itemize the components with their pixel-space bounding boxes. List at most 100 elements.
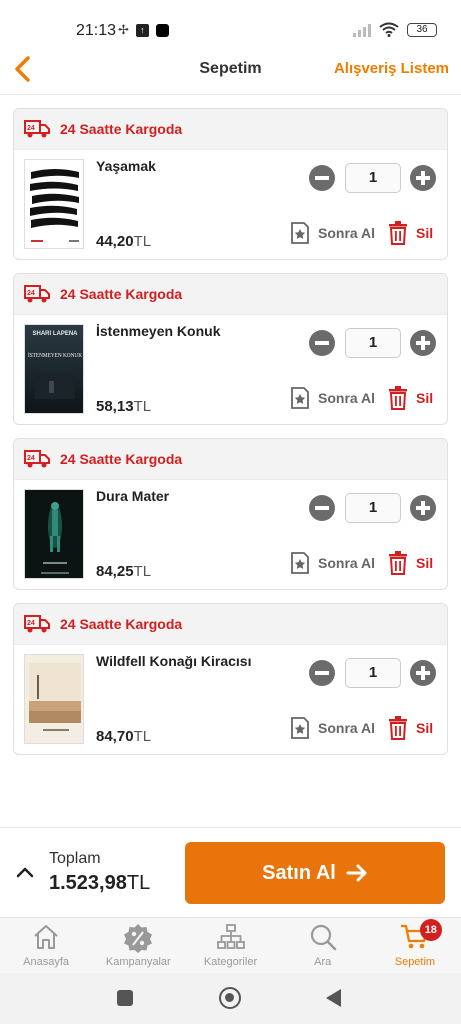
trash-icon — [389, 551, 407, 575]
bookmark-star-icon — [291, 552, 309, 574]
buy-later-button[interactable]: Sonra Al — [290, 551, 375, 575]
book-cover-image[interactable] — [24, 489, 84, 579]
trash-icon — [389, 716, 407, 740]
shipping-label: 24 Saatte Kargoda — [60, 451, 183, 467]
app-header: Sepetim Alışveriş Listem — [0, 52, 461, 92]
buy-later-label: Sonra Al — [318, 390, 376, 406]
price-currency: TL — [133, 233, 152, 250]
tab-label: Ara — [314, 956, 332, 968]
delete-button[interactable]: Sil — [388, 221, 433, 245]
delete-button[interactable]: Sil — [388, 386, 433, 410]
tab-cart[interactable]: 18 Sepetim — [369, 918, 461, 973]
decrease-quantity-button[interactable] — [309, 495, 335, 521]
increase-quantity-button[interactable] — [410, 330, 436, 356]
decrease-quantity-button[interactable] — [309, 330, 335, 356]
percent-badge-icon — [124, 924, 153, 953]
back-button[interactable] — [10, 54, 36, 84]
svg-text:24: 24 — [27, 125, 35, 132]
app-notification-icon — [155, 23, 169, 37]
home-icon — [34, 925, 58, 949]
book-cover-image[interactable]: SHARI LAPENA İSTENMEYEN KONUK — [24, 324, 84, 414]
fast-delivery-truck-icon: 24 — [24, 285, 50, 303]
recent-apps-button[interactable] — [117, 990, 133, 1006]
cart-count-badge: 18 — [419, 919, 442, 941]
chevron-left-icon — [15, 56, 30, 82]
checkout-bar: Toplam 1.523,98TL Satın Al — [0, 827, 461, 917]
quantity-field[interactable]: 1 — [345, 658, 401, 688]
wifi-icon — [379, 22, 399, 37]
svg-text:24: 24 — [27, 455, 35, 462]
product-price: 84,25TL — [96, 563, 151, 580]
tab-campaigns[interactable]: Kampanyalar — [92, 918, 184, 973]
home-button[interactable] — [219, 987, 241, 1009]
system-navigation-bar — [0, 973, 461, 1024]
price-currency: TL — [133, 563, 152, 580]
shipping-label: 24 Saatte Kargoda — [60, 121, 183, 137]
delete-label: Sil — [416, 720, 434, 736]
price-amount: 84,70 — [96, 728, 134, 745]
bookmark-star-icon — [291, 387, 309, 409]
delete-button[interactable]: Sil — [388, 551, 433, 575]
status-notification-icons: ✢ ↑ — [118, 22, 169, 38]
product-title[interactable]: Wildfell Konağı Kiracısı — [96, 653, 296, 669]
cart-item: 24 24 Saatte Kargoda SHARI LAPENA İSTENM… — [13, 273, 448, 425]
expand-summary-button[interactable] — [14, 862, 36, 884]
status-system-icons: 36 — [353, 22, 437, 37]
battery-icon: 36 — [407, 22, 437, 37]
delete-label: Sil — [416, 390, 434, 406]
arrow-right-icon — [346, 864, 367, 882]
cart-list: 24 24 Saatte Kargoda Yaşamak 44,20TL 1 S… — [13, 108, 448, 768]
bookmark-star-icon — [291, 222, 309, 244]
tab-home[interactable]: Anasayfa — [0, 918, 92, 973]
buy-later-button[interactable]: Sonra Al — [290, 716, 375, 740]
quantity-field[interactable]: 1 — [345, 163, 401, 193]
decrease-quantity-button[interactable] — [309, 165, 335, 191]
decrease-quantity-button[interactable] — [309, 660, 335, 686]
buy-later-label: Sonra Al — [318, 225, 376, 241]
product-title[interactable]: Dura Mater — [96, 488, 296, 504]
status-time: 21:13 — [76, 22, 117, 39]
product-price: 44,20TL — [96, 233, 151, 250]
upload-icon: ↑ — [135, 23, 149, 37]
quantity-field[interactable]: 1 — [345, 493, 401, 523]
buy-later-label: Sonra Al — [318, 555, 376, 571]
shipping-label: 24 Saatte Kargoda — [60, 286, 183, 302]
shopping-list-link[interactable]: Alışveriş Listem — [334, 60, 449, 77]
shipping-header: 24 24 Saatte Kargoda — [14, 109, 447, 150]
buy-button[interactable]: Satın Al — [185, 842, 445, 904]
increase-quantity-button[interactable] — [410, 660, 436, 686]
search-icon — [310, 924, 337, 951]
product-title[interactable]: İstenmeyen Konuk — [96, 323, 296, 339]
product-title[interactable]: Yaşamak — [96, 158, 296, 174]
tab-label: Kampanyalar — [105, 956, 171, 968]
price-amount: 58,13 — [96, 398, 134, 415]
book-cover-image[interactable] — [24, 159, 84, 249]
svg-text:24: 24 — [27, 290, 35, 297]
tab-search[interactable]: Ara — [277, 918, 369, 973]
buy-later-button[interactable]: Sonra Al — [290, 386, 375, 410]
fast-delivery-truck-icon: 24 — [24, 450, 50, 468]
cover-author-text: SHARI LAPENA — [32, 331, 78, 337]
bookmark-star-icon — [291, 717, 309, 739]
cover-title-text: İSTENMEYEN KONUK — [28, 352, 82, 359]
price-amount: 84,25 — [96, 563, 134, 580]
increase-quantity-button[interactable] — [410, 495, 436, 521]
buy-later-button[interactable]: Sonra Al — [290, 221, 375, 245]
buy-button-label: Satın Al — [262, 861, 336, 884]
cart-item: 24 24 Saatte Kargoda Wildfell Konağı Kir… — [13, 603, 448, 755]
book-cover-image[interactable] — [24, 654, 84, 744]
cart-item: 24 24 Saatte Kargoda Dura Mater 84,25TL … — [13, 438, 448, 590]
increase-quantity-button[interactable] — [410, 165, 436, 191]
price-currency: TL — [133, 728, 152, 745]
hierarchy-icon — [216, 924, 245, 949]
quantity-field[interactable]: 1 — [345, 328, 401, 358]
total-amount: 1.523,98TL — [49, 872, 150, 895]
fast-delivery-truck-icon: 24 — [24, 120, 50, 138]
total-currency: TL — [126, 872, 151, 894]
chevron-up-icon — [16, 867, 34, 878]
system-back-button[interactable] — [326, 989, 341, 1007]
tab-categories[interactable]: Kategoriler — [184, 918, 276, 973]
delete-button[interactable]: Sil — [388, 716, 433, 740]
shipping-label: 24 Saatte Kargoda — [60, 616, 183, 632]
shipping-header: 24 24 Saatte Kargoda — [14, 274, 447, 315]
